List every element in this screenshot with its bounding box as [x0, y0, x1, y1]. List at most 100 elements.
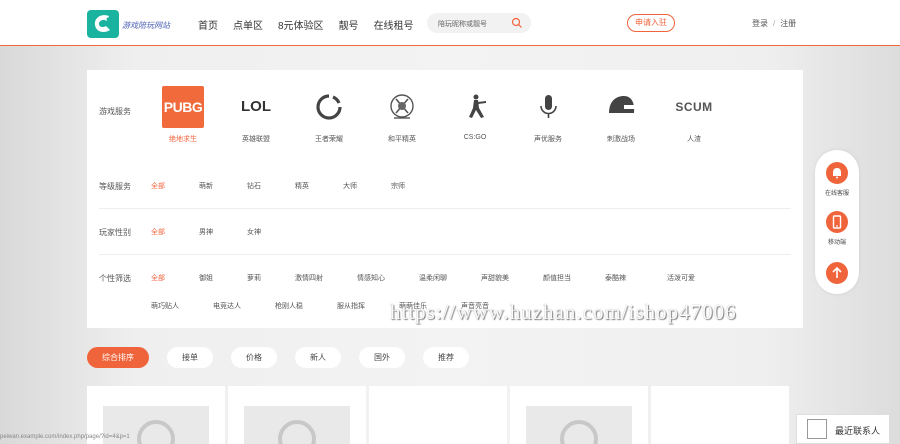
- game-lol[interactable]: LOL 英雄联盟: [220, 86, 292, 146]
- game-name: 刺激战场: [607, 136, 635, 143]
- gender-option-female[interactable]: 女神: [247, 227, 295, 237]
- auth-links: 登录 / 注册: [752, 18, 796, 29]
- watermark: https://www.huzhan.com/ishop47006: [390, 300, 737, 324]
- personality-option[interactable]: 声甜貌美: [481, 273, 543, 283]
- level-option[interactable]: 萌新: [199, 181, 247, 191]
- personality-option[interactable]: 激情四射: [295, 273, 357, 283]
- game-scum[interactable]: SCUM 人渣: [658, 86, 730, 146]
- search-box[interactable]: 陪玩昵称或靓号: [427, 13, 531, 33]
- gender-option-male[interactable]: 男神: [199, 227, 247, 237]
- game-name: 人渣: [687, 136, 701, 143]
- broken-image-icon: [807, 419, 827, 439]
- scum-icon: SCUM: [675, 100, 713, 114]
- status-bar-url: peiwan.example.com/index.php/page/?id=4&…: [0, 434, 130, 440]
- main-nav: 首页 点单区 8元体验区 靓号 在线租号: [198, 17, 429, 32]
- game-name: 声优服务: [534, 136, 562, 143]
- recent-contacts[interactable]: 最近联系人: [796, 414, 890, 444]
- personality-option[interactable]: 情感知心: [357, 273, 419, 283]
- game-list: PUBG 绝地求生 LOL 英雄联盟 王者荣耀 和平精英 CS:GO 声优服务 …: [147, 86, 731, 146]
- online-service-label: 在线客服: [824, 191, 849, 197]
- game-name: 英雄联盟: [242, 136, 270, 143]
- site-logo[interactable]: 游戏陪玩网站: [87, 10, 177, 38]
- divider: [99, 208, 791, 209]
- sort-abroad-button[interactable]: 国外: [359, 347, 405, 368]
- personality-option[interactable]: 活泼可爱: [667, 273, 715, 283]
- nav-account-rental[interactable]: 在线租号: [374, 17, 414, 32]
- filter-panel: 游戏服务 PUBG 绝地求生 LOL 英雄联盟 王者荣耀 和平精英 CS:GO …: [87, 70, 803, 328]
- game-honor-of-kings[interactable]: 王者荣耀: [293, 86, 365, 146]
- personality-option[interactable]: 御姐: [199, 273, 247, 283]
- sort-comprehensive-button[interactable]: 综合排序: [87, 347, 149, 368]
- level-option[interactable]: 精英: [295, 181, 343, 191]
- nav-home[interactable]: 首页: [198, 17, 218, 32]
- game-stimulus-battle[interactable]: 刺激战场: [585, 86, 657, 146]
- personality-option[interactable]: 颜值担当: [543, 273, 605, 283]
- auth-separator: /: [773, 19, 776, 28]
- header: 游戏陪玩网站 首页 点单区 8元体验区 靓号 在线租号 陪玩昵称或靓号 申请入驻…: [0, 0, 900, 46]
- personality-option[interactable]: 枪刚人稳: [275, 301, 337, 311]
- game-name: 和平精英: [388, 136, 416, 143]
- recent-contacts-label: 最近联系人: [835, 426, 881, 436]
- gender-options: 全部 男神 女神: [151, 227, 295, 237]
- search-icon[interactable]: [511, 17, 523, 29]
- player-card[interactable]: [510, 386, 648, 444]
- personality-option-all[interactable]: 全部: [151, 273, 199, 283]
- sort-recommend-button[interactable]: 推荐: [423, 347, 469, 368]
- personality-option[interactable]: 萝莉: [247, 273, 295, 283]
- game-csgo[interactable]: CS:GO: [439, 86, 511, 146]
- sort-bar: 综合排序 接单 价格 新人 国外 推荐: [87, 347, 487, 368]
- game-pubg[interactable]: PUBG 绝地求生: [147, 86, 219, 146]
- login-link[interactable]: 登录: [752, 19, 768, 28]
- gender-option-all[interactable]: 全部: [151, 227, 199, 237]
- personality-label: 个性筛选: [99, 274, 131, 283]
- nav-premium-id[interactable]: 靓号: [339, 17, 359, 32]
- lol-icon: LOL: [241, 98, 271, 115]
- game-name: 绝地求生: [169, 136, 197, 143]
- mobile-phone-icon: [826, 211, 848, 233]
- honor-of-kings-icon: [316, 94, 342, 120]
- personality-option[interactable]: 温柔闲聊: [419, 273, 481, 283]
- logo-icon: [87, 10, 119, 38]
- mobile-button[interactable]: 移动端: [815, 211, 859, 246]
- personality-options-row1: 全部 御姐 萝莉 激情四射 情感知心 温柔闲聊 声甜貌美 颜值担当 泰酷辣 活泼…: [151, 273, 715, 283]
- game-peace-elite[interactable]: 和平精英: [366, 86, 438, 146]
- sort-orders-button[interactable]: 接单: [167, 347, 213, 368]
- online-service-button[interactable]: 在线客服: [815, 162, 859, 197]
- level-option[interactable]: 宗师: [391, 181, 439, 191]
- peace-elite-icon: [390, 94, 414, 119]
- player-card[interactable]: [651, 386, 789, 444]
- player-card[interactable]: [228, 386, 366, 444]
- pubg-icon: PUBG: [162, 86, 204, 128]
- level-option[interactable]: 钻石: [247, 181, 295, 191]
- nav-order-zone[interactable]: 点单区: [233, 17, 263, 32]
- personality-option[interactable]: 电竞达人: [213, 301, 275, 311]
- divider: [99, 254, 791, 255]
- search-input[interactable]: 陪玩昵称或靓号: [438, 19, 487, 29]
- gender-label: 玩家性别: [99, 228, 131, 237]
- personality-option[interactable]: 泰酷辣: [605, 273, 667, 283]
- player-card[interactable]: [369, 386, 507, 444]
- level-options: 全部 萌新 钻石 精英 大师 宗师: [151, 181, 439, 191]
- mobile-label: 移动端: [827, 240, 846, 246]
- register-link[interactable]: 注册: [780, 19, 796, 28]
- logo-text: 游戏陪玩网站: [122, 21, 170, 30]
- back-to-top-button[interactable]: [815, 262, 859, 284]
- helmet-icon: [609, 96, 635, 113]
- chat-bubble-icon: [826, 162, 848, 184]
- sort-price-button[interactable]: 价格: [231, 347, 277, 368]
- level-option[interactable]: 大师: [343, 181, 391, 191]
- player-card-list: [87, 386, 792, 444]
- game-name: 王者荣耀: [315, 136, 343, 143]
- nav-trial-zone[interactable]: 8元体验区: [278, 17, 324, 32]
- sort-new-button[interactable]: 新人: [295, 347, 341, 368]
- game-voice-service[interactable]: 声优服务: [512, 86, 584, 146]
- csgo-icon: [469, 94, 486, 118]
- floating-sidebar: 在线客服 移动端: [815, 150, 859, 294]
- arrow-up-icon: [826, 262, 848, 284]
- apply-button[interactable]: 申请入驻: [627, 14, 675, 32]
- microphone-icon: [540, 95, 557, 118]
- level-option-all[interactable]: 全部: [151, 181, 199, 191]
- game-name: CS:GO: [463, 134, 487, 141]
- game-service-label: 游戏服务: [99, 107, 131, 116]
- personality-option[interactable]: 萌巧贴人: [151, 301, 213, 311]
